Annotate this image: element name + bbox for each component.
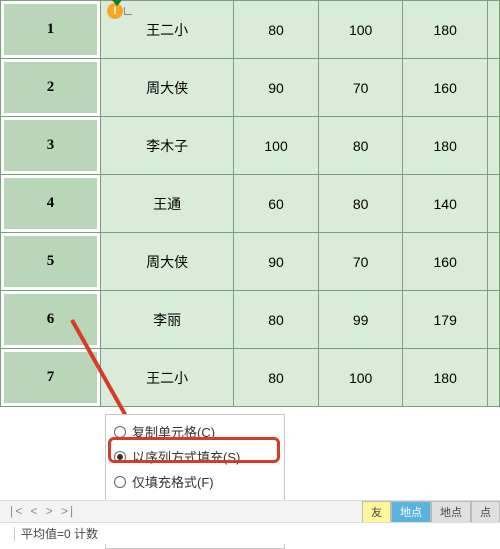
data-cell[interactable]: 70 <box>318 233 403 291</box>
name-cell[interactable]: 李木子 <box>101 117 234 175</box>
data-cell[interactable]: 180 <box>403 349 488 407</box>
fill-option-0[interactable]: 复制单元格(C) <box>106 419 284 444</box>
data-cell[interactable]: 160 <box>403 233 488 291</box>
nav-next-button[interactable]: > <box>46 505 53 519</box>
fill-option-label: 复制单元格(C) <box>132 422 215 441</box>
data-cell[interactable] <box>488 291 500 349</box>
row-number-cell[interactable]: 7 <box>1 349 101 407</box>
radio-icon <box>114 426 126 438</box>
data-cell[interactable]: 80 <box>318 175 403 233</box>
status-average: 平均值=0 <box>21 525 71 542</box>
fill-option-label: 以序列方式填充(S) <box>132 447 240 466</box>
sheet-tab[interactable]: 地点 <box>431 501 471 522</box>
sheet-tab[interactable]: 地点 <box>391 501 431 522</box>
name-cell[interactable]: 周大侠 <box>101 59 234 117</box>
smart-tag[interactable]: ! <box>107 2 147 20</box>
data-cell[interactable]: 80 <box>318 117 403 175</box>
table-row: 2周大侠9070160 <box>1 59 500 117</box>
data-cell[interactable]: 90 <box>234 233 319 291</box>
name-cell[interactable]: 王通 <box>101 175 234 233</box>
row-number-cell[interactable]: 4 <box>1 175 101 233</box>
data-cell[interactable]: 80 <box>234 349 319 407</box>
table-row: 5周大侠9070160 <box>1 233 500 291</box>
data-cell[interactable]: 140 <box>403 175 488 233</box>
nav-last-button[interactable]: >| <box>61 505 75 519</box>
row-number-cell[interactable]: 5 <box>1 233 101 291</box>
data-cell[interactable] <box>488 175 500 233</box>
data-cell[interactable]: 180 <box>403 1 488 59</box>
row-number-cell[interactable]: 2 <box>1 59 101 117</box>
radio-icon <box>114 476 126 488</box>
sheet-tab[interactable]: 友 <box>362 501 391 522</box>
data-cell[interactable]: 70 <box>318 59 403 117</box>
data-cell[interactable] <box>488 349 500 407</box>
status-bar: 平均值=0 计数 <box>0 522 500 544</box>
sheet-tab[interactable]: 点 <box>471 501 500 522</box>
data-cell[interactable] <box>488 1 500 59</box>
row-number-cell[interactable]: 1 <box>1 1 101 59</box>
data-cell[interactable]: 100 <box>318 349 403 407</box>
table-row: 3李木子10080180 <box>1 117 500 175</box>
data-cell[interactable]: 179 <box>403 291 488 349</box>
table-row: 1王二小80100180 <box>1 1 500 59</box>
status-count: 计数 <box>74 525 98 542</box>
table-row: 4王通6080140 <box>1 175 500 233</box>
sheet-tab-bar: |< < > >| 友地点地点点 <box>0 500 500 522</box>
fill-option-2[interactable]: 仅填充格式(F) <box>106 469 284 494</box>
name-cell[interactable]: 李丽 <box>101 291 234 349</box>
data-table: 1王二小801001802周大侠90701603李木子100801804王通60… <box>0 0 500 407</box>
data-cell[interactable] <box>488 59 500 117</box>
data-cell[interactable]: 160 <box>403 59 488 117</box>
data-cell[interactable]: 180 <box>403 117 488 175</box>
row-number-cell[interactable]: 6 <box>1 291 101 349</box>
data-cell[interactable]: 80 <box>234 291 319 349</box>
nav-prev-button[interactable]: < <box>30 505 37 519</box>
data-cell[interactable]: 80 <box>234 1 319 59</box>
spreadsheet-area: 1王二小801001802周大侠90701603李木子100801804王通60… <box>0 0 500 407</box>
fill-option-1[interactable]: 以序列方式填充(S) <box>106 444 284 469</box>
nav-first-button[interactable]: |< <box>8 505 22 519</box>
radio-icon <box>114 451 126 463</box>
name-cell[interactable]: 王二小 <box>101 349 234 407</box>
data-cell[interactable]: 90 <box>234 59 319 117</box>
data-cell[interactable]: 100 <box>234 117 319 175</box>
table-row: 6李丽8099179 <box>1 291 500 349</box>
data-cell[interactable]: 99 <box>318 291 403 349</box>
chevron-down-icon <box>124 7 132 15</box>
data-cell[interactable]: 60 <box>234 175 319 233</box>
name-cell[interactable]: 周大侠 <box>101 233 234 291</box>
data-cell[interactable] <box>488 233 500 291</box>
fill-option-label: 仅填充格式(F) <box>132 472 214 491</box>
data-cell[interactable]: 100 <box>318 1 403 59</box>
table-row: 7王二小80100180 <box>1 349 500 407</box>
row-number-cell[interactable]: 3 <box>1 117 101 175</box>
data-cell[interactable] <box>488 117 500 175</box>
